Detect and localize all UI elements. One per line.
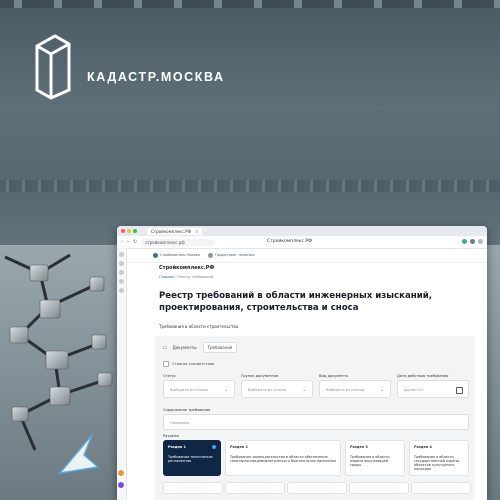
minimize-window-icon[interactable]	[127, 229, 131, 233]
section-card-3[interactable]: Раздел 3 Требования в области охраны окр…	[345, 440, 405, 476]
sections-label: Разделы	[163, 434, 180, 438]
selected-radio-icon[interactable]	[212, 445, 216, 449]
tab-documents-icon: ☐	[163, 345, 167, 350]
page-heading: Реестр требований в области инженерных и…	[159, 291, 433, 313]
site-header: Стройкомплекс Москвы Градостроит. полити…	[127, 248, 487, 263]
content-label: Содержание требования	[163, 408, 211, 412]
sidebar-download-icon[interactable]	[119, 270, 124, 275]
filter-date-placeholder: дд.мм.гггг	[404, 388, 425, 392]
section-card-8[interactable]	[349, 482, 409, 494]
section-card-4[interactable]: Раздел 4 Требования в области государств…	[409, 440, 469, 476]
filter-date-label: Дата действия требования	[397, 374, 449, 378]
browser-tab-title: Стройкомплекс.РФ	[151, 228, 191, 234]
background-top	[0, 0, 500, 195]
emblem-icon	[207, 252, 213, 258]
filter-type-select[interactable]: Выберите из списка ⌄	[319, 380, 391, 398]
sidebar-settings-icon[interactable]	[119, 288, 124, 293]
maximize-window-icon[interactable]	[133, 229, 137, 233]
sidebar-apps-icon[interactable]	[119, 279, 124, 284]
breadcrumb-current: Реестр требований	[177, 275, 214, 279]
close-window-icon[interactable]	[121, 229, 125, 233]
chevron-down-icon: ⌄	[302, 387, 306, 392]
section-4-title: Раздел 4	[414, 445, 432, 449]
browser-sidebar	[117, 248, 127, 500]
sidebar-app-icon[interactable]	[118, 470, 124, 476]
filter-type-placeholder: Выберите из списка	[326, 388, 365, 392]
extension-icon[interactable]	[462, 239, 467, 244]
browser-tab-bar: Стройкомплекс.РФ ×	[117, 226, 487, 236]
section-3-title: Раздел 3	[350, 445, 368, 449]
profile-icon[interactable]	[470, 239, 475, 244]
brand-partner-2[interactable]: Градостроит. политика	[207, 252, 255, 258]
filter-date-input[interactable]: дд.мм.гггг	[397, 380, 469, 398]
brand-partner-2-label: Градостроит. политика	[214, 253, 255, 257]
calendar-icon[interactable]	[456, 387, 463, 394]
filter-group-label: Группа документов	[241, 374, 279, 378]
page-subheading: Требования в области строительства	[159, 324, 239, 329]
sidebar-bookmark-icon[interactable]	[119, 252, 124, 257]
section-card-7[interactable]	[287, 482, 347, 494]
page-title: Стройкомплекс.РФ	[267, 239, 312, 244]
url-input[interactable]: стройкомплекс.рф	[141, 238, 216, 246]
brand-logo-text: КАДАСТР.МОСКВА	[87, 70, 225, 84]
reload-icon[interactable]: ↻	[133, 239, 137, 245]
browser-window: Стройкомплекс.РФ × ‹ › ↻ стройкомплекс.р…	[117, 226, 487, 500]
checkbox-label: Строгое соответствие	[172, 362, 215, 366]
section-card-2[interactable]: Раздел 2 Требования законодательства в о…	[225, 440, 341, 476]
forward-icon[interactable]: ›	[127, 239, 129, 245]
background-strip	[0, 0, 500, 8]
site-name: Стройкомплекс.РФ	[159, 265, 215, 271]
section-2-title: Раздел 2	[230, 445, 248, 449]
building-logo-icon	[35, 34, 71, 100]
browser-tab[interactable]: Стройкомплекс.РФ ×	[147, 227, 203, 235]
breadcrumb-home[interactable]: Главная	[159, 275, 174, 279]
section-card-1[interactable]: Раздел 1 Требования технических регламен…	[163, 440, 221, 476]
network-cubes-illustration	[4, 253, 113, 474]
emblem-icon	[153, 252, 158, 258]
close-tab-icon[interactable]: ×	[195, 228, 198, 235]
sidebar-history-icon[interactable]	[119, 261, 124, 266]
brand-partner-1-label: Стройкомплекс Москвы	[160, 253, 200, 257]
section-4-text: Требования в области государственной охр…	[414, 455, 460, 471]
checkbox-box[interactable]	[163, 361, 169, 367]
section-card-6[interactable]	[225, 482, 285, 494]
content-search-input[interactable]: Например	[163, 414, 469, 430]
view-tabs: ☐ Документы Требования	[163, 342, 238, 353]
filter-status-placeholder: Выберите из списка	[170, 388, 209, 392]
filter-group-placeholder: Выберите из списка	[248, 388, 287, 392]
toolbar-extensions	[462, 239, 483, 244]
breadcrumb: Главная / Реестр требований	[159, 275, 213, 279]
filter-type-label: Вид документа	[319, 374, 348, 378]
background-seam	[0, 180, 500, 192]
section-1-text: Требования технических регламентов	[168, 455, 213, 463]
chevron-down-icon: ⌄	[224, 387, 228, 392]
page-content: Стройкомплекс Москвы Градостроит. полити…	[127, 248, 487, 500]
content-search-placeholder: Например	[170, 421, 190, 425]
section-card-5[interactable]	[163, 482, 223, 494]
chevron-down-icon: ⌄	[380, 387, 384, 392]
tab-requirements[interactable]: Требования	[202, 342, 238, 353]
section-1-title: Раздел 1	[168, 445, 186, 449]
brand-partner-1[interactable]: Стройкомплекс Москвы	[153, 252, 200, 258]
section-card-9[interactable]	[411, 482, 471, 494]
filter-status-label: Статус	[163, 374, 177, 378]
filter-panel: ☐ Документы Требования Строгое соответст…	[155, 336, 475, 500]
filter-group-select[interactable]: Выберите из списка ⌄	[241, 380, 313, 398]
back-icon[interactable]: ‹	[121, 239, 123, 245]
menu-icon[interactable]	[478, 239, 483, 244]
sidebar-assistant-icon[interactable]	[118, 482, 124, 488]
section-3-text: Требования в области охраны окружающей с…	[350, 455, 390, 467]
strict-match-checkbox[interactable]: Строгое соответствие	[163, 361, 214, 367]
filter-status-select[interactable]: Выберите из списка ⌄	[163, 380, 235, 398]
section-2-text: Требования законодательства в области об…	[230, 455, 336, 463]
tab-documents[interactable]: Документы	[173, 345, 197, 350]
